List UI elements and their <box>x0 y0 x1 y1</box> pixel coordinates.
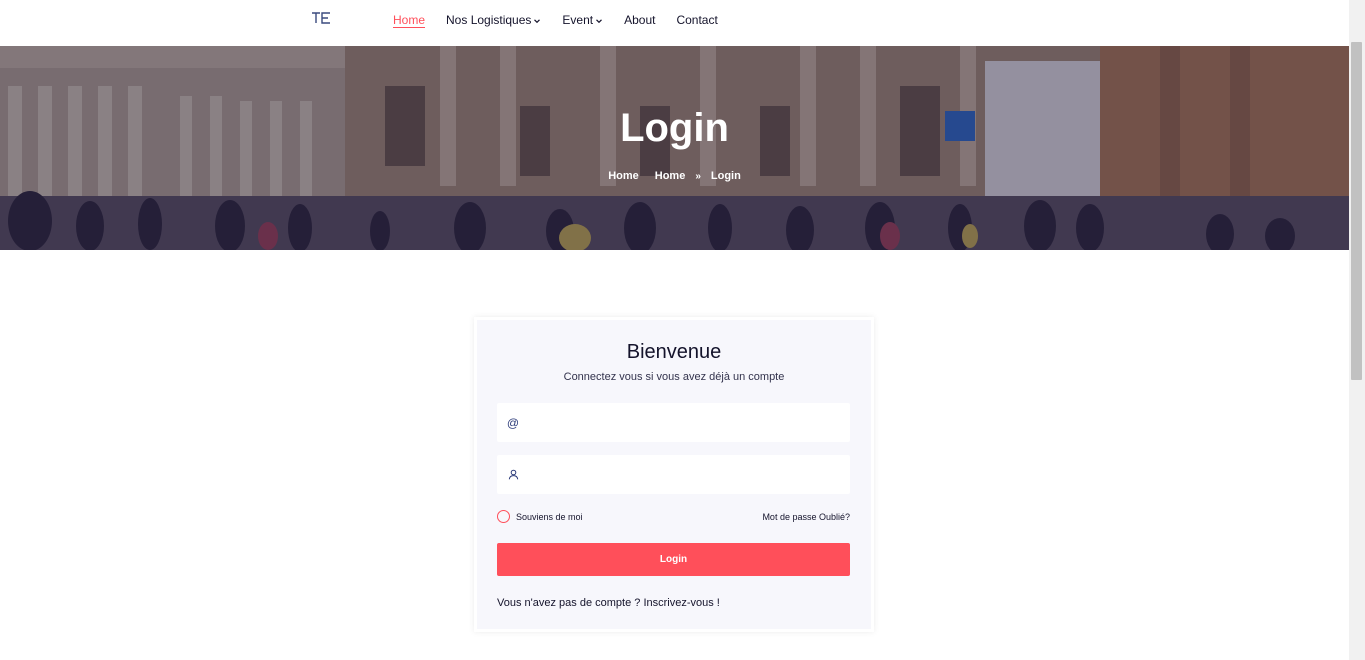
remember-me-label: Souviens de moi <box>516 511 583 522</box>
page-scrollbar[interactable] <box>1349 0 1365 660</box>
nav-item-label: Home <box>393 13 426 27</box>
scrollbar-thumb[interactable] <box>1351 42 1362 380</box>
breadcrumb-home-link-2[interactable]: Home <box>655 170 686 182</box>
breadcrumb-current: Login <box>710 170 741 182</box>
username-field[interactable] <box>497 455 850 494</box>
signup-text: Vous n'avez pas de compte ? <box>497 597 641 609</box>
hero-banner: Login Home Home » Login <box>0 46 1349 250</box>
email-input[interactable] <box>529 407 829 438</box>
radio-icon[interactable] <box>497 510 510 523</box>
login-button[interactable]: Login <box>497 543 850 576</box>
logo-icon[interactable] <box>311 10 333 26</box>
user-icon <box>497 469 529 480</box>
main-nav: Home Nos Logistiques Event About Contact <box>393 0 739 46</box>
nav-item-home[interactable]: Home <box>393 0 426 30</box>
nav-item-about[interactable]: About <box>624 0 655 30</box>
breadcrumb: Home Home » Login <box>0 170 1349 182</box>
login-card: Bienvenue Connectez vous si vous avez dé… <box>474 317 874 632</box>
nav-item-label: Event <box>562 13 594 27</box>
page-title: Login <box>620 106 729 150</box>
nav-item-event[interactable]: Event <box>562 0 603 30</box>
forgot-password-link[interactable]: Mot de passe Oublié? <box>762 512 850 522</box>
signup-prompt: Vous n'avez pas de compte ? Inscrivez-vo… <box>497 597 720 609</box>
signup-link[interactable]: Inscrivez-vous ! <box>643 597 719 609</box>
login-heading: Bienvenue <box>626 341 722 363</box>
at-icon: @ <box>506 415 520 430</box>
nav-item-label: About <box>624 13 656 27</box>
chevron-down-icon <box>596 18 603 23</box>
breadcrumb-separator-icon: » <box>695 170 701 182</box>
nav-item-label: Contact <box>676 13 718 27</box>
remember-me-checkbox[interactable]: Souviens de moi <box>497 510 583 523</box>
email-field[interactable]: @ <box>497 403 850 442</box>
login-subheading: Connectez vous si vous avez déjà un comp… <box>563 371 785 383</box>
nav-item-nos-logistiques[interactable]: Nos Logistiques <box>446 0 541 30</box>
username-input[interactable] <box>529 459 829 490</box>
top-navbar: Home Nos Logistiques Event About Contact <box>0 0 1349 46</box>
breadcrumb-home-link[interactable]: Home <box>608 170 639 182</box>
chevron-down-icon <box>534 18 541 23</box>
nav-item-label: Nos Logistiques <box>446 13 532 27</box>
nav-item-contact[interactable]: Contact <box>676 0 717 30</box>
